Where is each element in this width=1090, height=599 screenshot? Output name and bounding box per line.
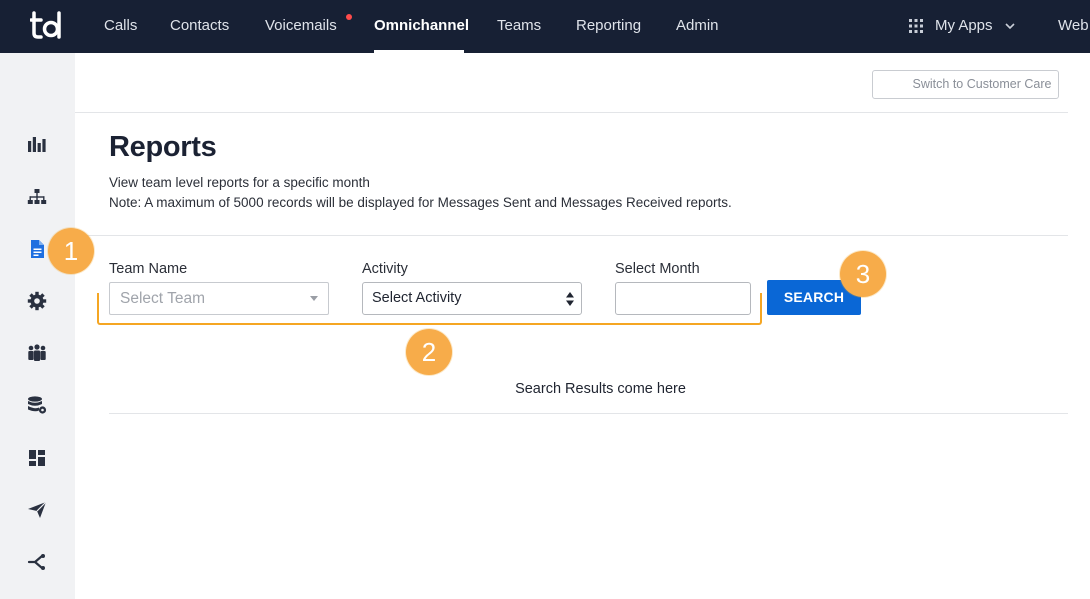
nav-admin[interactable]: Admin xyxy=(676,0,719,53)
chevron-down-icon[interactable] xyxy=(1004,20,1016,32)
sidebar xyxy=(0,53,75,599)
annotation-bracket xyxy=(97,293,762,325)
nav-contacts[interactable]: Contacts xyxy=(170,0,229,53)
header-divider xyxy=(75,112,1068,113)
apps-grid-icon[interactable] xyxy=(909,19,923,33)
nav-teams[interactable]: Teams xyxy=(497,0,541,53)
page-description: View team level reports for a specific m… xyxy=(109,175,370,190)
activity-label: Activity xyxy=(362,261,408,277)
nav-web[interactable]: Web xyxy=(1058,0,1089,53)
dashboard-icon[interactable] xyxy=(27,448,47,468)
select-month-label: Select Month xyxy=(615,261,700,277)
team-name-label: Team Name xyxy=(109,261,188,277)
nav-calls[interactable]: Calls xyxy=(104,0,137,53)
nav-omnichannel[interactable]: Omnichannel xyxy=(374,0,469,53)
results-divider xyxy=(109,413,1068,414)
bar-chart-icon[interactable] xyxy=(27,134,47,154)
page-note: Note: A maximum of 5000 records will be … xyxy=(109,195,732,210)
annotation-badge-1: 1 xyxy=(48,228,94,274)
database-settings-icon[interactable] xyxy=(27,395,47,415)
main-content xyxy=(75,53,1090,599)
annotation-badge-2: 2 xyxy=(406,329,452,375)
voicemail-notification-dot xyxy=(346,14,352,20)
switch-to-customer-care-button[interactable]: Switch to Customer Care xyxy=(872,70,1059,99)
td-logo[interactable] xyxy=(30,9,64,43)
my-apps-menu[interactable]: My Apps xyxy=(935,0,993,53)
nav-voicemails[interactable]: Voicemails xyxy=(265,0,337,53)
nav-reporting[interactable]: Reporting xyxy=(576,0,641,53)
org-chart-icon[interactable] xyxy=(27,187,47,207)
gear-icon[interactable] xyxy=(27,291,47,311)
send-icon[interactable] xyxy=(27,500,47,520)
top-nav: Calls Contacts Voicemails Omnichannel Te… xyxy=(0,0,1090,53)
people-icon[interactable] xyxy=(27,343,47,363)
annotation-badge-3: 3 xyxy=(840,251,886,297)
connector-icon[interactable] xyxy=(27,552,47,572)
search-results-placeholder: Search Results come here xyxy=(515,381,686,397)
document-icon[interactable] xyxy=(27,239,47,259)
page-title: Reports xyxy=(109,131,217,163)
section-divider xyxy=(75,235,1068,236)
